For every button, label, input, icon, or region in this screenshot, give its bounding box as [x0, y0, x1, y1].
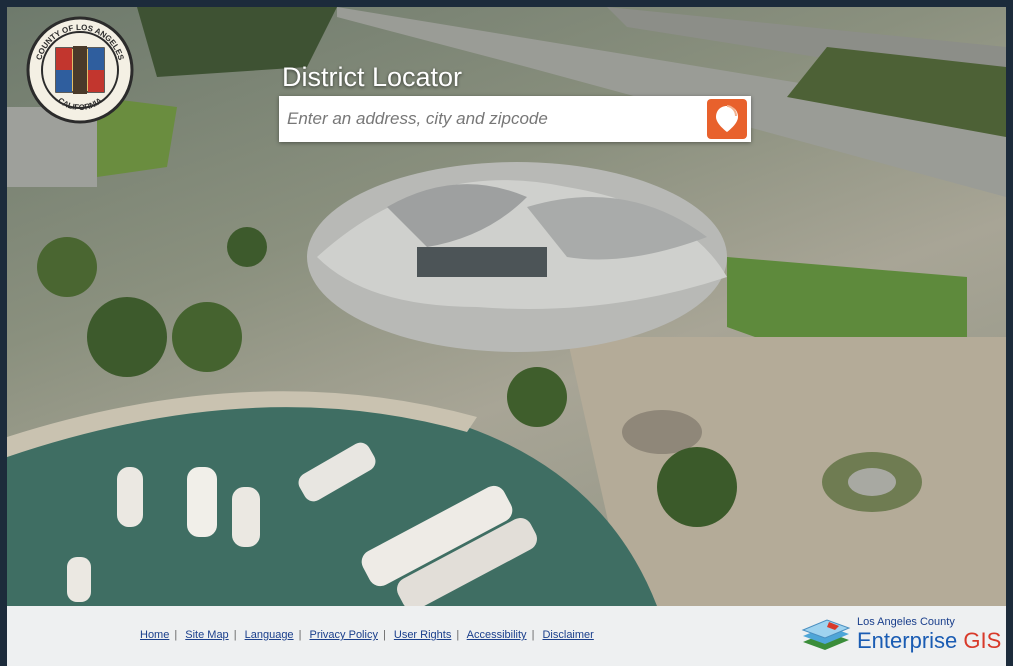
footer-link-privacy-policy[interactable]: Privacy Policy	[309, 629, 377, 641]
address-search-box	[279, 96, 751, 142]
county-seal-logo[interactable]: COUNTY OF LOS ANGELES CALIFORNIA	[26, 16, 134, 124]
footer-separator: |	[456, 629, 460, 641]
footer-separator: |	[382, 629, 386, 641]
enterprise-gis-logo[interactable]: Los Angeles County Enterprise GIS	[799, 614, 1001, 658]
footer-link-user-rights[interactable]: User Rights	[394, 629, 451, 641]
footer-separator: |	[174, 629, 178, 641]
footer-link-site-map[interactable]: Site Map	[185, 629, 228, 641]
footer-link-language[interactable]: Language	[245, 629, 294, 641]
footer-link-disclaimer[interactable]: Disclaimer	[542, 629, 593, 641]
seal-text-layer: COUNTY OF LOS ANGELES CALIFORNIA	[34, 23, 125, 112]
address-search-input[interactable]	[279, 96, 699, 142]
footer-link-accessibility[interactable]: Accessibility	[467, 629, 527, 641]
map-pin-icon	[716, 105, 738, 132]
locate-button[interactable]	[707, 99, 747, 139]
gis-layers-icon	[801, 619, 851, 650]
gis-logo-gis: GIS	[963, 628, 1002, 653]
seal-bottom-text: CALIFORNIA	[56, 96, 104, 112]
footer-separator: |	[298, 629, 302, 641]
gis-logo-enterprise: Enterprise	[857, 628, 958, 653]
footer: Home | Site Map | Language | Privacy Policy…	[7, 606, 1006, 666]
page-title: District Locator	[282, 62, 463, 92]
gis-logo-wordmark: Enterprise GIS	[857, 628, 1001, 654]
footer-separator: |	[233, 629, 237, 641]
seal-top-text: COUNTY OF LOS ANGELES	[34, 23, 125, 62]
footer-separator: |	[531, 629, 535, 641]
gis-logo-county: Los Angeles County	[857, 616, 955, 628]
footer-link-home[interactable]: Home	[140, 629, 169, 641]
